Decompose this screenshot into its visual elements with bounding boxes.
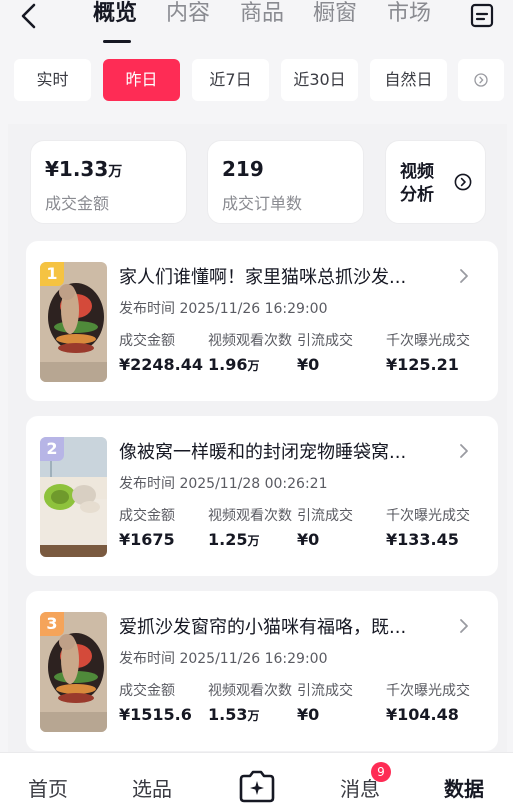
tab-showcase[interactable]: 橱窗 (313, 0, 357, 30)
gmv-stat-card[interactable]: ¥1.33万 成交金额 (30, 140, 187, 224)
video-thumbnail: 1 (40, 262, 107, 382)
chevron-right-icon (460, 444, 468, 458)
video-title: 爱抓沙发窗帘的小猫咪有福咯，既... (119, 617, 407, 638)
filter-realtime[interactable]: 实时 (14, 59, 91, 101)
metric-value-gmv: ¥1515.6 (119, 705, 192, 724)
video-analysis-label: 视频分析 (400, 162, 434, 205)
metric-value-views: 1.96万 (208, 355, 260, 374)
filter-7days[interactable]: 近7日 (192, 59, 269, 101)
metric-label-gmv: 成交金额 (119, 683, 175, 699)
filter-more-button[interactable] (458, 59, 504, 101)
metric-label-traffic: 引流成交 (297, 333, 353, 349)
video-thumbnail: 2 (40, 437, 107, 557)
metric-value-traffic: ¥0 (297, 705, 320, 724)
metric-value-gmv: ¥1675 (119, 530, 175, 549)
chevron-right-icon (460, 269, 468, 283)
metric-label-views: 视频观看次数 (208, 508, 292, 524)
camera-plus-icon[interactable] (238, 769, 276, 803)
metric-label-gmv: 成交金额 (119, 333, 175, 349)
metric-label-gmv: 成交金额 (119, 508, 175, 524)
gmv-value: ¥1.33万 (45, 157, 123, 181)
bottom-tab-bar: 首页 选品 消息 9 数据 (0, 752, 513, 810)
tab-market[interactable]: 市场 (387, 0, 431, 30)
metric-label-traffic: 引流成交 (297, 683, 353, 699)
video-analysis-button[interactable]: 视频分析 (385, 140, 486, 224)
active-tab-indicator (103, 40, 131, 43)
top-nav: 概览 内容 商品 橱窗 市场 (0, 0, 513, 48)
rank-badge: 3 (40, 612, 64, 636)
publish-time: 发布时间 2025/11/26 16:29:00 (119, 301, 328, 317)
publish-time: 发布时间 2025/11/28 00:26:21 (119, 476, 328, 492)
orders-label: 成交订单数 (222, 194, 303, 213)
bottom-tab-select-products[interactable]: 选品 (132, 773, 172, 802)
video-card[interactable]: 1 家人们谁懂啊！家里猫咪总抓沙发... 发布时间 2025/11/26 16:… (26, 241, 498, 401)
filter-yesterday[interactable]: 昨日 (103, 59, 180, 101)
metric-label-cpm: 千次曝光成交 (386, 683, 470, 699)
video-card[interactable]: 3 爱抓沙发窗帘的小猫咪有福咯，既... 发布时间 2025/11/26 16:… (26, 591, 498, 751)
orders-value: 219 (222, 157, 264, 181)
video-thumbnail: 3 (40, 612, 107, 732)
video-card[interactable]: 2 像被窝一样暖和的封闭宠物睡袋窝... 发布时间 2025/11/28 00:… (26, 416, 498, 576)
metric-value-views: 1.25万 (208, 530, 260, 549)
metric-value-cpm: ¥133.45 (386, 530, 459, 549)
tab-content[interactable]: 内容 (166, 0, 210, 30)
metric-value-gmv: ¥2248.44 (119, 355, 204, 374)
tab-overview[interactable]: 概览 (93, 0, 137, 30)
tab-products[interactable]: 商品 (240, 0, 284, 30)
bottom-tab-data[interactable]: 数据 (444, 773, 484, 802)
gmv-label: 成交金额 (45, 194, 110, 213)
report-icon[interactable] (470, 2, 494, 28)
metric-label-cpm: 千次曝光成交 (386, 508, 470, 524)
metric-value-cpm: ¥104.48 (386, 705, 459, 724)
filter-30days[interactable]: 近30日 (281, 59, 358, 101)
video-title: 家人们谁懂啊！家里猫咪总抓沙发... (119, 267, 407, 288)
metric-label-cpm: 千次曝光成交 (386, 333, 470, 349)
circle-chevron-right-icon (474, 73, 488, 87)
filter-natural-day[interactable]: 自然日 (370, 59, 447, 101)
messages-unread-badge: 9 (371, 762, 391, 782)
circle-chevron-right-icon (454, 173, 472, 191)
orders-stat-card[interactable]: 219 成交订单数 (207, 140, 364, 224)
metric-value-cpm: ¥125.21 (386, 355, 459, 374)
chevron-right-icon (460, 619, 468, 633)
metric-label-traffic: 引流成交 (297, 508, 353, 524)
video-title: 像被窝一样暖和的封闭宠物睡袋窝... (119, 442, 407, 463)
metric-label-views: 视频观看次数 (208, 683, 292, 699)
metric-value-views: 1.53万 (208, 705, 260, 724)
content-area: ¥1.33万 成交金额 219 成交订单数 视频分析 1 家人们谁懂啊！家里猫咪… (8, 124, 507, 754)
metric-value-traffic: ¥0 (297, 355, 320, 374)
back-arrow-icon[interactable] (16, 2, 44, 30)
rank-badge: 1 (40, 262, 64, 286)
bottom-tab-home[interactable]: 首页 (28, 773, 68, 802)
publish-time: 发布时间 2025/11/26 16:29:00 (119, 651, 328, 667)
metric-label-views: 视频观看次数 (208, 333, 292, 349)
metric-value-traffic: ¥0 (297, 530, 320, 549)
rank-badge: 2 (40, 437, 64, 461)
